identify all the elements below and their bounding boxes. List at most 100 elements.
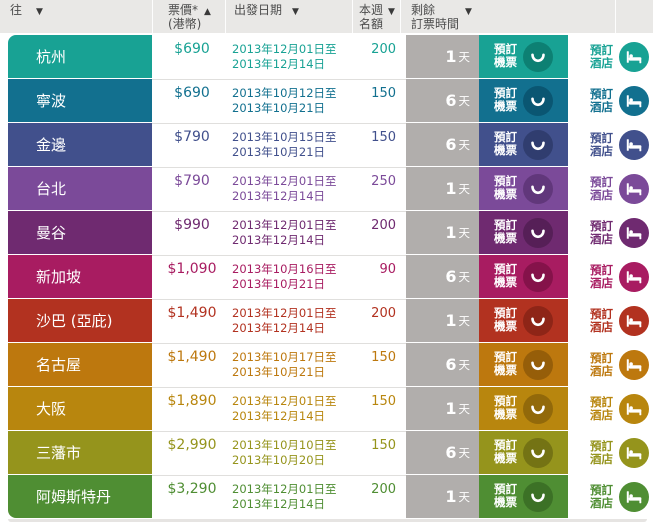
remaining-days-unit: 天 (458, 181, 471, 196)
book-hotel-label-line2: 酒店 (590, 187, 613, 202)
book-hotel-label-line2: 酒店 (590, 363, 613, 378)
destination-cell[interactable]: 杭州 (8, 35, 152, 78)
remaining-days-cell: 6 天 (406, 343, 479, 386)
sort-desc-icon[interactable]: ▼ (292, 5, 299, 35)
column-header-remaining-time[interactable]: 剩餘 ▼ 訂票時間 (400, 0, 615, 33)
book-flight-button[interactable]: 預訂 機票 (479, 343, 568, 386)
book-hotel-button[interactable]: 預訂 酒店 (568, 35, 653, 78)
book-flight-button[interactable]: 預訂 機票 (479, 211, 568, 254)
book-hotel-button[interactable]: 預訂 酒店 (568, 475, 653, 518)
book-hotel-label-line1: 預訂 (590, 130, 613, 145)
table-row: 三藩市 $2,990 2013年10月10日至 2013年10月20日 150 … (0, 431, 653, 474)
dates-cell: 2013年10月15日至 2013年10月21日 (232, 130, 362, 160)
remaining-days-number: 6 (445, 355, 457, 374)
row-details: $3,290 2013年12月01日至 2013年12月14日 200 (152, 475, 406, 518)
book-hotel-label-line1: 預訂 (590, 350, 613, 365)
book-flight-label-line1: 預訂 (494, 175, 517, 188)
remaining-days-number: 1 (445, 179, 457, 198)
dates-cell: 2013年12月01日至 2013年12月14日 (232, 482, 362, 512)
book-flight-label-line2: 機票 (494, 188, 517, 201)
book-flight-button[interactable]: 預訂 機票 (479, 123, 568, 166)
book-hotel-button[interactable]: 預訂 酒店 (568, 123, 653, 166)
book-flight-button[interactable]: 預訂 機票 (479, 475, 568, 518)
column-label-departure: 出發日期 (234, 3, 283, 17)
quota-cell: 200 (371, 482, 396, 497)
destination-cell[interactable]: 金邊 (8, 123, 152, 166)
remaining-days-cell: 1 天 (406, 35, 479, 78)
table-header: 往 ▼ 票價* ▲ (港幣) 出發日期 ▼ 本週 ▼ 名額 剩餘 ▼ 訂票時間 (0, 0, 653, 33)
price-cell: $1,890 (167, 393, 217, 409)
remaining-days-number: 6 (445, 267, 457, 286)
destination-cell[interactable]: 名古屋 (8, 343, 152, 386)
date-from: 2013年12月01日至 (232, 41, 337, 56)
sort-desc-icon[interactable]: ▼ (388, 5, 395, 19)
column-label-quota-2: 名額 (359, 17, 384, 31)
book-hotel-button[interactable]: 預訂 酒店 (568, 343, 653, 386)
destination-cell[interactable]: 沙巴 (亞庇) (8, 299, 152, 342)
book-hotel-button[interactable]: 預訂 酒店 (568, 79, 653, 122)
destination-cell[interactable]: 阿姆斯特丹 (8, 475, 152, 518)
table-row: 台北 $790 2013年12月01日至 2013年12月14日 250 1 天… (0, 167, 653, 210)
book-flight-button[interactable]: 預訂 機票 (479, 167, 568, 210)
table-row: 名古屋 $1,490 2013年10月17日至 2013年10月21日 150 … (0, 343, 653, 386)
bed-icon (619, 41, 649, 72)
book-flight-button[interactable]: 預訂 機票 (479, 387, 568, 430)
book-flight-button[interactable]: 預訂 機票 (479, 299, 568, 342)
remaining-days-cell: 1 天 (406, 211, 479, 254)
date-to: 2013年10月21日 (232, 365, 326, 379)
remaining-days-number: 1 (445, 223, 457, 242)
date-from: 2013年12月01日至 (232, 218, 337, 232)
destination-cell[interactable]: 大阪 (8, 387, 152, 430)
book-hotel-button[interactable]: 預訂 酒店 (568, 167, 653, 210)
book-hotel-label-line1: 預訂 (590, 306, 613, 321)
column-header-departure[interactable]: 出發日期 ▼ (225, 0, 352, 33)
smile-arc-icon (523, 129, 553, 160)
column-header-price[interactable]: 票價* ▲ (港幣) (152, 0, 225, 33)
column-header-quota[interactable]: 本週 ▼ 名額 (352, 0, 400, 33)
book-flight-label: 預訂 機票 (494, 440, 517, 466)
destination-cell[interactable]: 新加坡 (8, 255, 152, 298)
destination-cell[interactable]: 寧波 (8, 79, 152, 122)
smile-arc-icon (523, 481, 553, 512)
remaining-days-cell: 6 天 (406, 431, 479, 474)
book-flight-label: 預訂 機票 (494, 352, 517, 378)
sort-desc-icon[interactable]: ▼ (36, 5, 43, 19)
destination-cell[interactable]: 台北 (8, 167, 152, 210)
remaining-days-cell: 1 天 (406, 387, 479, 430)
dates-cell: 2013年10月12日至 2013年10月21日 (232, 86, 362, 116)
book-flight-button[interactable]: 預訂 機票 (479, 35, 568, 78)
book-flight-label: 預訂 機票 (494, 264, 517, 290)
book-hotel-button[interactable]: 預訂 酒店 (568, 387, 653, 430)
book-flight-label-line1: 預訂 (494, 263, 517, 276)
smile-arc-icon (523, 437, 553, 468)
book-hotel-label-line1: 預訂 (590, 42, 613, 57)
book-flight-label-line2: 機票 (494, 364, 517, 377)
book-flight-label: 預訂 機票 (494, 220, 517, 246)
book-hotel-label-line2: 酒店 (590, 143, 613, 158)
book-flight-button[interactable]: 預訂 機票 (479, 79, 568, 122)
column-header-destination[interactable]: 往 ▼ (0, 0, 152, 33)
remaining-days-unit: 天 (458, 49, 471, 64)
date-from: 2013年10月10日至 (232, 438, 337, 452)
book-flight-button[interactable]: 預訂 機票 (479, 431, 568, 474)
book-hotel-button[interactable]: 預訂 酒店 (568, 255, 653, 298)
book-flight-label: 預訂 機票 (494, 44, 517, 70)
column-label-remaining-1: 剩餘 (411, 3, 436, 17)
sort-asc-icon[interactable]: ▲ (204, 5, 211, 19)
date-to: 2013年10月21日 (232, 277, 326, 291)
book-hotel-button[interactable]: 預訂 酒店 (568, 431, 653, 474)
bed-icon (619, 261, 649, 292)
destination-cell[interactable]: 曼谷 (8, 211, 152, 254)
book-hotel-button[interactable]: 預訂 酒店 (568, 211, 653, 254)
price-cell: $1,490 (167, 305, 217, 321)
remaining-days-unit: 天 (458, 137, 471, 152)
book-hotel-label-line2: 酒店 (590, 495, 613, 510)
sort-desc-icon[interactable]: ▼ (465, 5, 472, 19)
book-hotel-button[interactable]: 預訂 酒店 (568, 299, 653, 342)
book-hotel-label-line1: 預訂 (590, 394, 613, 409)
destination-cell[interactable]: 三藩市 (8, 431, 152, 474)
book-flight-button[interactable]: 預訂 機票 (479, 255, 568, 298)
book-flight-label-line1: 預訂 (494, 131, 517, 144)
book-flight-label-line1: 預訂 (494, 43, 517, 56)
remaining-days-unit: 天 (458, 269, 471, 284)
